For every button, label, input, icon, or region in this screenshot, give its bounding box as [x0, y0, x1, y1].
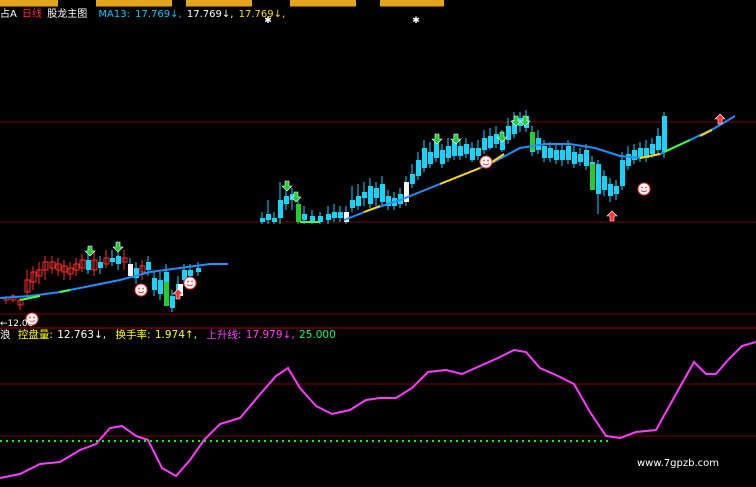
candle-body [428, 152, 433, 164]
candle-highlight [530, 132, 535, 150]
candle-body [572, 152, 577, 164]
candle-body [368, 186, 373, 204]
candle-body [638, 148, 643, 158]
candle-body [326, 214, 331, 220]
candle-body [656, 136, 661, 150]
candle-body [356, 196, 361, 206]
smiley-eye [33, 316, 35, 319]
candle-body [152, 278, 157, 290]
candle-body [110, 258, 115, 262]
candle-body [476, 148, 481, 156]
smiley-icon [479, 155, 493, 169]
candle-body [578, 154, 583, 162]
candle-body [614, 186, 619, 194]
smiley-eye [187, 280, 189, 283]
up-arrow-icon [606, 210, 618, 222]
candle-body [470, 148, 475, 160]
candle-highlight [164, 282, 169, 306]
ma-segment [363, 205, 381, 213]
candle-body [584, 150, 589, 166]
candle-body [416, 160, 421, 176]
sub-value-1: 12.763↓, [57, 329, 107, 341]
candle-body [458, 146, 463, 156]
smiley-eye [487, 159, 489, 162]
star-icon: ✱ [264, 16, 272, 26]
star-icon: ✱ [412, 16, 420, 26]
ma-segment [59, 289, 71, 293]
candle-body [380, 184, 385, 202]
sub-label-3: 上升线: [206, 329, 242, 341]
candle-body [494, 134, 499, 144]
candle-body [98, 262, 103, 268]
candle-body [374, 188, 379, 198]
smiley-eye [645, 186, 647, 189]
candle-body [548, 148, 553, 158]
candle-body [440, 150, 445, 164]
ma-segment [699, 129, 713, 137]
candle-body [650, 144, 655, 154]
candle-body [482, 138, 487, 150]
candle-body [284, 196, 289, 204]
candle-body [410, 174, 415, 184]
candle-body [86, 260, 91, 270]
candle-body [596, 164, 601, 194]
smiley-icon [637, 182, 651, 196]
candle-highlight [590, 164, 595, 190]
candle-body [196, 268, 201, 272]
candle-body [464, 144, 469, 154]
down-arrow-icon [431, 133, 443, 145]
ma-line [343, 115, 736, 221]
sub-chart-legend: 浪 控盘量: 12.763↓, 换手率: 1.974↑, 上升线: 17.979… [0, 329, 337, 341]
candle-body [488, 136, 493, 148]
sub-prefix: 浪 [0, 329, 11, 341]
smiley-eye [142, 287, 144, 290]
smiley-eye [191, 280, 193, 283]
candle-body [602, 176, 607, 190]
candle-body [620, 160, 625, 186]
candle-body [338, 212, 343, 218]
sub-value-4: 25.000 [299, 329, 336, 341]
ma-segment [439, 167, 481, 185]
sub-value-3: 17.979↓, [245, 329, 295, 341]
candle-body [260, 218, 265, 222]
candle-body [158, 280, 163, 294]
smiley-icon [134, 283, 148, 297]
sub-label-1: 控盘量: [17, 329, 53, 341]
candle-body [272, 218, 277, 222]
smiley-eye [641, 186, 643, 189]
candle-body [332, 212, 337, 218]
candle-body [146, 262, 151, 270]
candle-body [662, 116, 667, 152]
candle-body [542, 146, 547, 158]
candle-body [350, 200, 355, 208]
candle-body [422, 148, 427, 168]
watermark: www.7gpzb.com [637, 458, 719, 469]
candle-highlight [296, 204, 301, 222]
candle-body [278, 200, 283, 218]
stock-chart[interactable]: ✱ ✱ [0, 0, 756, 487]
candle-body [608, 184, 613, 196]
smiley-eye [483, 159, 485, 162]
down-arrow-icon [281, 180, 293, 192]
candle-body [188, 270, 193, 276]
candle-body [170, 296, 175, 308]
candle-highlight [128, 264, 133, 276]
sub-label-2: 换手率: [115, 329, 151, 341]
candle-body [560, 150, 565, 160]
smiley-icon [183, 276, 197, 290]
candle-body [302, 214, 307, 220]
ma-segment [663, 139, 691, 153]
sub-value-2: 1.974↑, [154, 329, 198, 341]
candle-body [566, 146, 571, 160]
candle-body [554, 150, 559, 160]
price-marker: ←12.08 [0, 319, 34, 329]
candle-body [506, 126, 511, 140]
candle-body [116, 256, 121, 264]
smiley-eye [138, 287, 140, 290]
down-arrow-icon [112, 241, 124, 253]
candle-body [362, 192, 367, 198]
candle-body [446, 146, 451, 158]
candle-body [266, 214, 271, 220]
